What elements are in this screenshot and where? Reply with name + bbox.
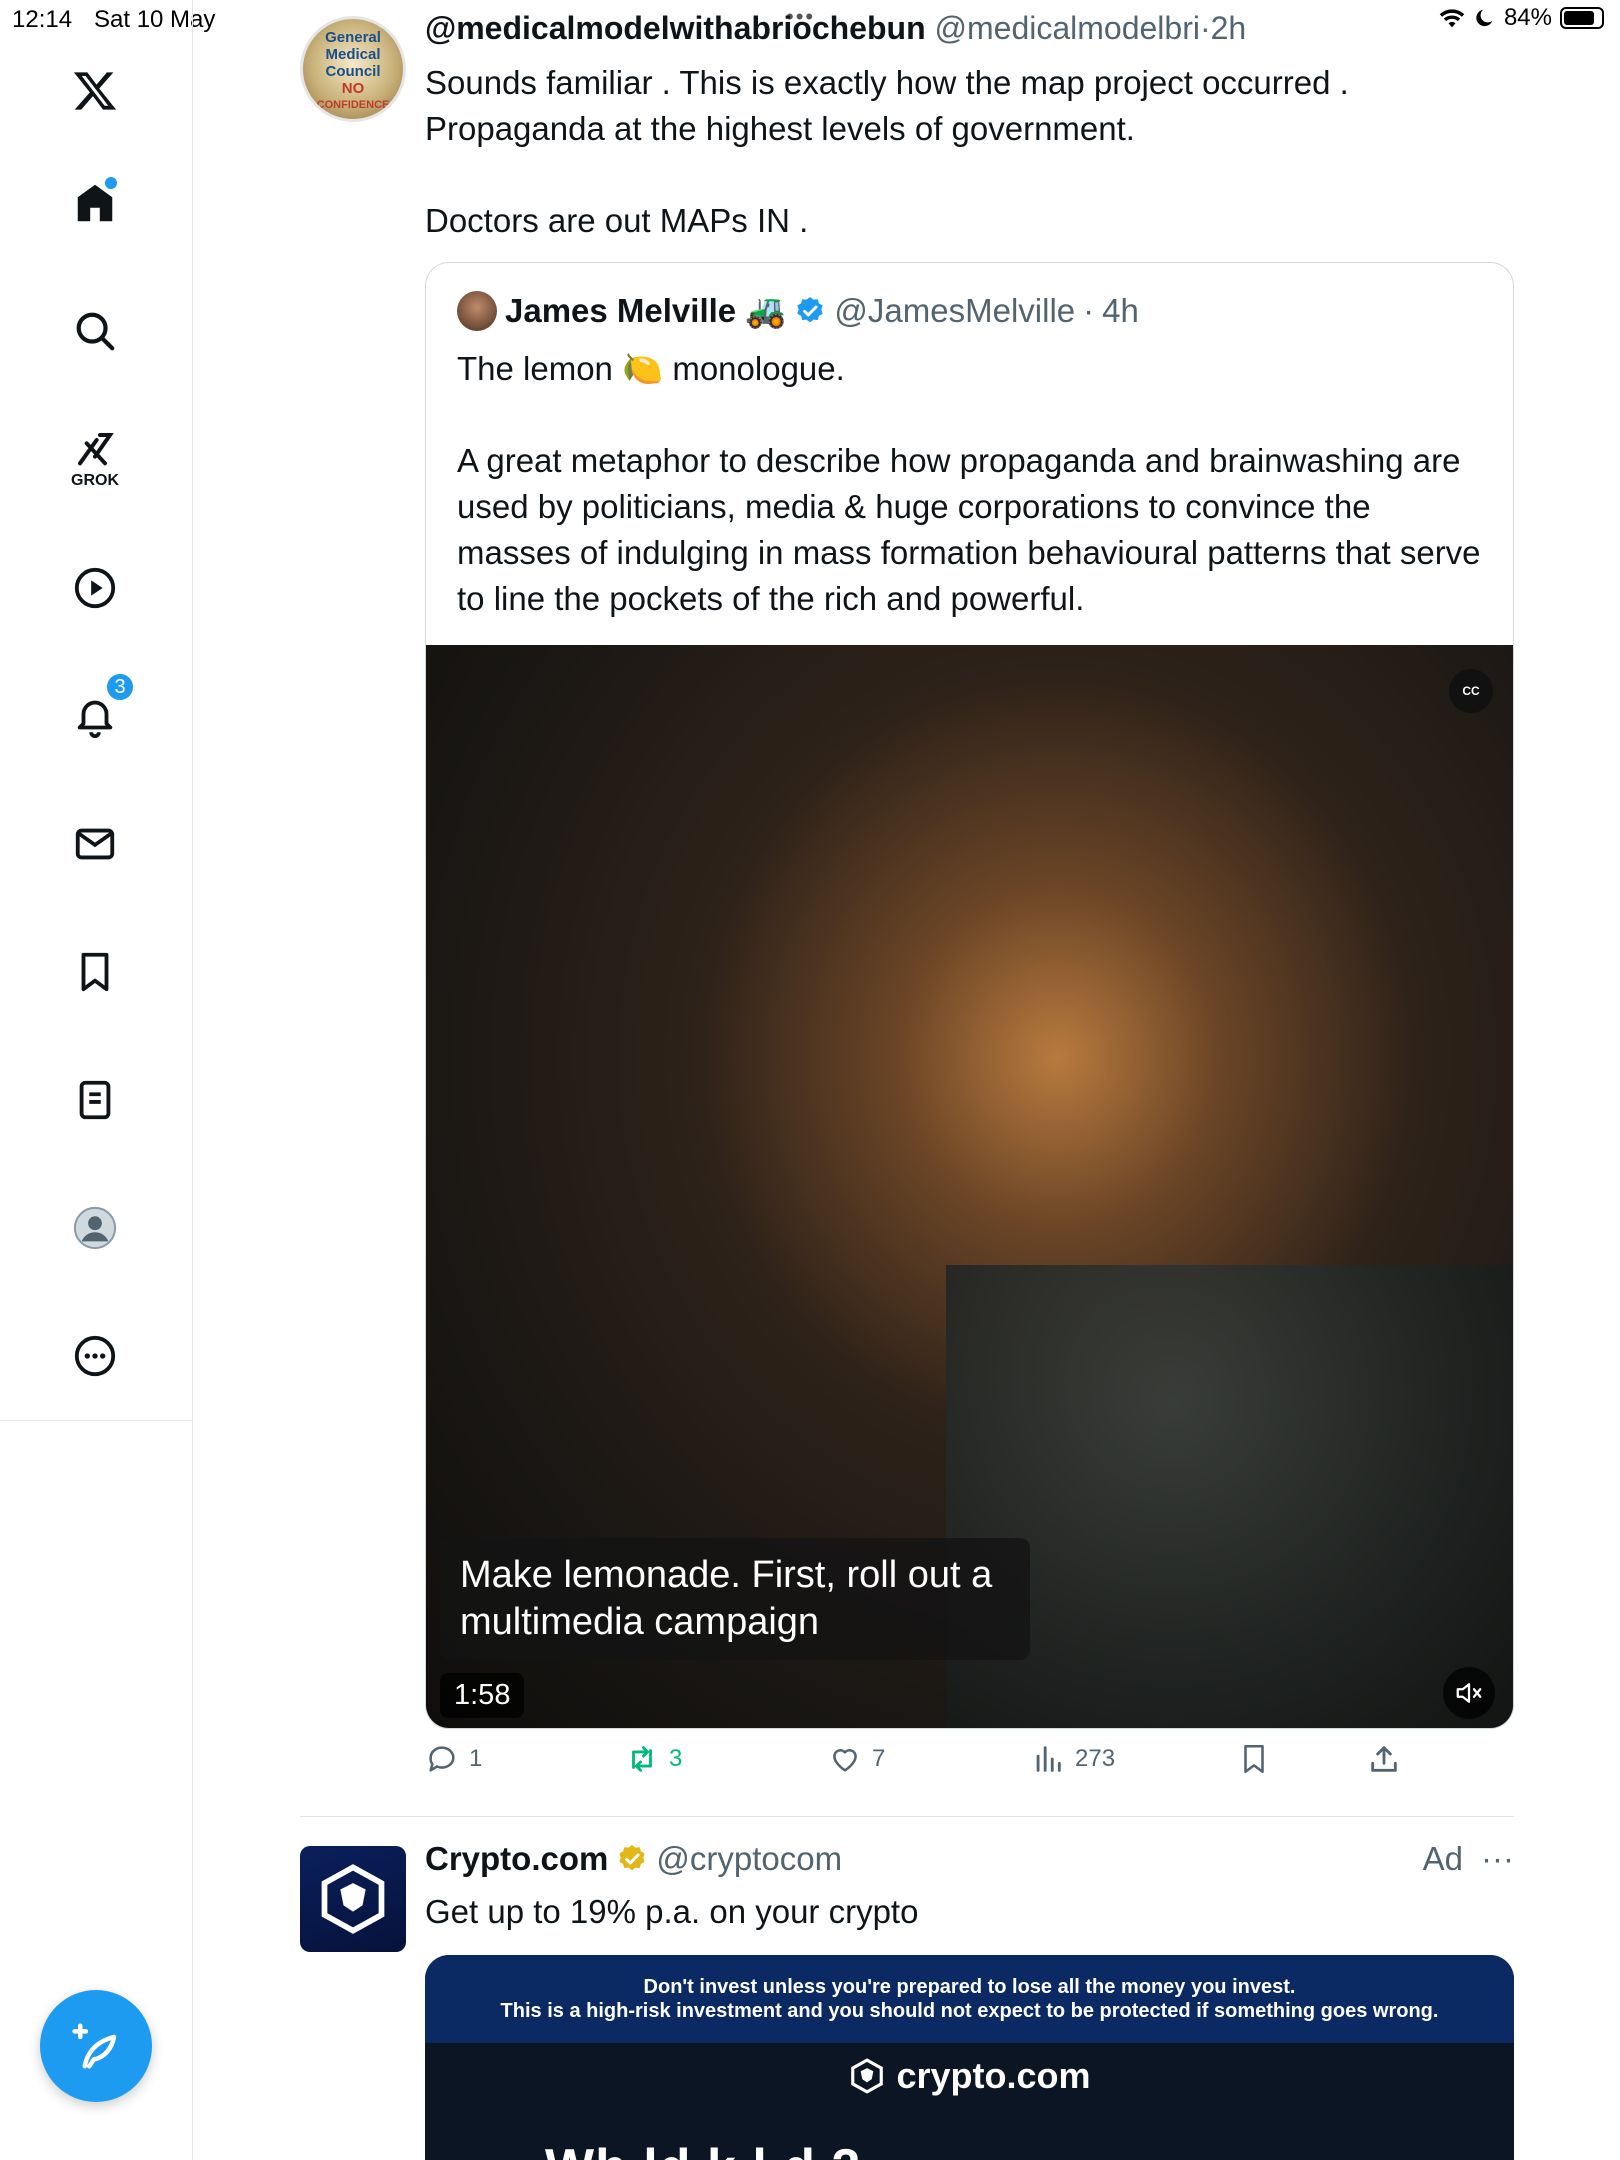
video-subtitle: Make lemonade. First, roll out a multime…: [440, 1538, 1030, 1660]
notifications-badge: 3: [105, 672, 135, 702]
crypto-logo-icon: [851, 2058, 884, 2094]
battery-fill: [1564, 11, 1595, 25]
profile-avatar-icon[interactable]: [47, 1180, 143, 1276]
repost-icon: [632, 1746, 652, 1772]
gold-verified-badge-icon: [619, 1845, 646, 1871]
x-logo-icon[interactable]: [47, 43, 143, 139]
quoted-author-name[interactable]: James Melville 🚜: [505, 292, 786, 331]
home-icon[interactable]: [47, 155, 143, 251]
crypto-lion-shield-icon: [321, 1864, 385, 1934]
video-frame-shadow: [946, 1265, 1513, 1728]
ad-more-options-icon[interactable]: ···: [1481, 1840, 1514, 1878]
ad-author-avatar[interactable]: [300, 1846, 406, 1952]
ad-label-group: Ad ···: [1423, 1840, 1514, 1878]
compose-post-button[interactable]: [40, 1990, 152, 2102]
moon-icon: [1476, 9, 1493, 27]
verified-badge-icon: [797, 297, 824, 323]
ad-header: Crypto.com @cryptocom: [425, 1840, 842, 1878]
ad-warning-line-2: This is a high-risk investment and you s…: [500, 2000, 1439, 2022]
bookmark-icon[interactable]: [47, 924, 143, 1020]
mute-toggle-button[interactable]: [1443, 1667, 1495, 1719]
video-play-icon[interactable]: [47, 540, 143, 636]
tweet-time[interactable]: 2h: [1211, 10, 1247, 46]
ad-headline-cropped: Wh ld k l d 2: [545, 2138, 861, 2160]
quoted-author-avatar[interactable]: [457, 291, 497, 331]
tweet-actions: 1 3 7 273: [425, 1742, 1435, 1792]
ad-risk-warning: Don't invest unless you're prepared to l…: [425, 1955, 1514, 2043]
avatar-text-1: General: [325, 29, 381, 46]
ad-brand-name: crypto.com: [896, 2055, 1091, 2096]
grok-label: GROK: [71, 472, 119, 489]
ad-brand: crypto.com: [425, 2055, 1514, 2097]
avatar-text-5: CONFIDENCE: [316, 99, 390, 111]
like-count: 7: [872, 1745, 886, 1772]
reply-count: 1: [469, 1745, 483, 1772]
repost-count: 3: [669, 1745, 683, 1772]
sidebar-divider: [0, 1420, 193, 1421]
avatar-text-4: NO: [341, 80, 365, 97]
repost-button[interactable]: 3: [625, 1742, 682, 1776]
battery-percent: 84%: [1503, 4, 1552, 31]
search-icon[interactable]: [47, 283, 143, 379]
ad-author-handle[interactable]: @cryptocom: [656, 1840, 842, 1878]
grok-icon[interactable]: GROK: [47, 412, 143, 508]
like-button[interactable]: 7: [828, 1742, 885, 1776]
avatar-text-3: Council: [325, 63, 381, 80]
tweet-header: @medicalmodelwithabriochebun @medicalmod…: [425, 10, 1246, 47]
reply-icon: [429, 1746, 455, 1772]
quoted-author-handle[interactable]: @JamesMelville: [834, 292, 1075, 330]
feed-divider: [300, 1816, 1514, 1817]
closed-captions-button[interactable]: CC: [1449, 669, 1493, 713]
video-duration: 1:58: [440, 1673, 525, 1718]
battery-icon: [1560, 7, 1604, 29]
wifi-icon: [1439, 9, 1465, 28]
views-chart-icon: [1036, 1746, 1061, 1772]
ad-author-name[interactable]: Crypto.com: [425, 1840, 608, 1878]
tweet-author-avatar[interactable]: General Medical Council NO CONFIDENCE: [300, 16, 406, 122]
sidebar: GROK 3: [0, 0, 193, 2160]
bookmark-button[interactable]: [1237, 1742, 1271, 1776]
video-player[interactable]: CC Make lemonade. First, roll out a mult…: [426, 645, 1513, 1728]
lists-icon[interactable]: [47, 1052, 143, 1148]
views-count: 273: [1075, 1745, 1116, 1772]
avatar-text-2: Medical: [325, 46, 381, 63]
bookmark-icon: [1244, 1744, 1264, 1774]
views-button[interactable]: 273: [1031, 1742, 1115, 1776]
notifications-bell-icon[interactable]: 3: [47, 668, 143, 764]
quoted-tweet-text: The lemon 🍋 monologue. A great metaphor …: [457, 350, 1481, 617]
tweet-separator: ·: [1199, 10, 1211, 46]
share-button[interactable]: [1367, 1742, 1401, 1776]
messages-envelope-icon[interactable]: [47, 796, 143, 892]
ad-label: Ad: [1422, 1840, 1464, 1877]
heart-icon: [833, 1749, 857, 1772]
quoted-tweet-header: James Melville 🚜 @JamesMelville · 4h: [457, 291, 1139, 331]
compose-feather-icon: [72, 2023, 117, 2069]
tweet-text[interactable]: Sounds familiar . This is exactly how th…: [425, 60, 1475, 244]
reply-button[interactable]: 1: [425, 1742, 482, 1776]
share-upload-icon: [1371, 1746, 1397, 1772]
ad-text[interactable]: Get up to 19% p.a. on your crypto: [425, 1890, 918, 1934]
speaker-muted-icon: [1456, 1683, 1482, 1703]
ad-media-card[interactable]: Don't invest unless you're prepared to l…: [425, 1955, 1514, 2160]
tweet-author-handle[interactable]: @medicalmodelbri: [935, 10, 1200, 46]
ad-warning-line-1: Don't invest unless you're prepared to l…: [643, 1976, 1296, 1998]
tweet-author-name[interactable]: @medicalmodelwithabriochebun: [425, 10, 926, 46]
quoted-separator: ·: [1083, 292, 1095, 329]
home-unread-dot: [105, 177, 117, 189]
status-indicators: 84%: [1438, 4, 1604, 32]
more-options-icon[interactable]: [47, 1308, 143, 1404]
quoted-time[interactable]: 4h: [1102, 292, 1139, 330]
quoted-tweet[interactable]: James Melville 🚜 @JamesMelville · 4h The l…: [425, 262, 1514, 1729]
